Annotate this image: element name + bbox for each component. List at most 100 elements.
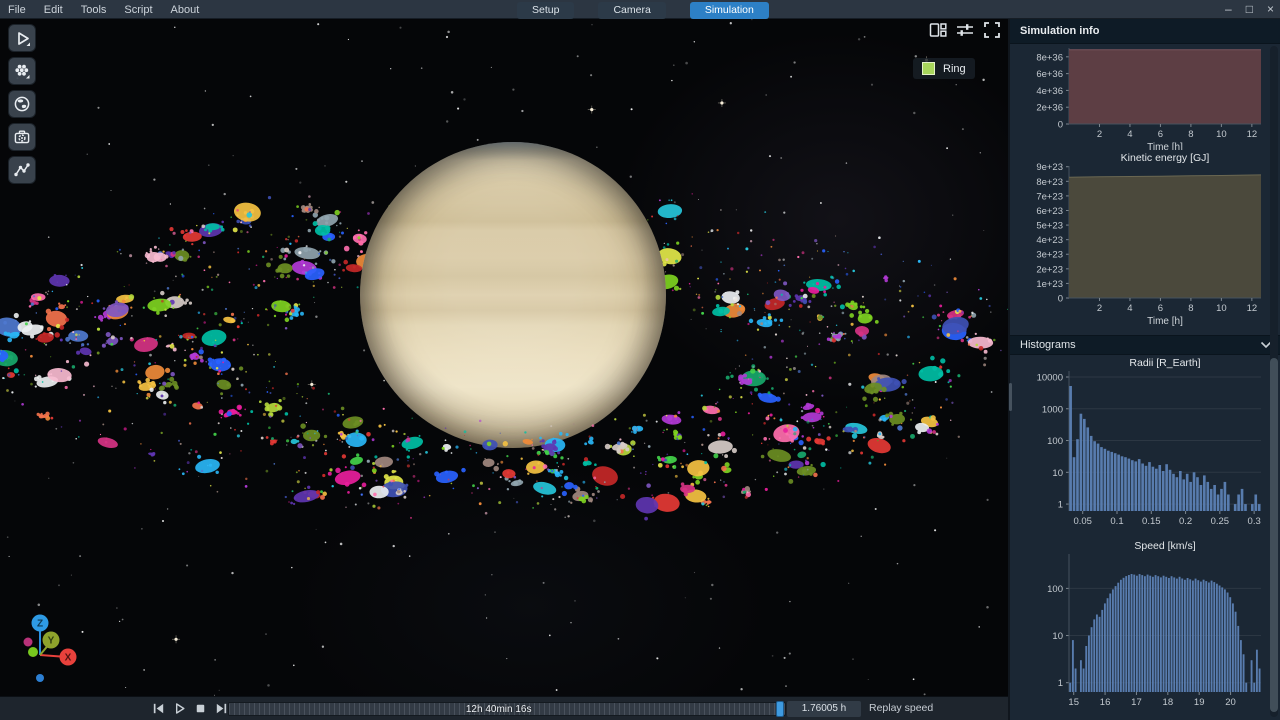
svg-text:Y: Y bbox=[48, 636, 55, 647]
menu-file[interactable]: File bbox=[8, 4, 26, 16]
replay-speed-label: Replay speed bbox=[869, 702, 933, 714]
panel-layout-button[interactable] bbox=[928, 21, 948, 39]
svg-text:Radii [R_Earth]: Radii [R_Earth] bbox=[1129, 357, 1200, 369]
svg-text:18: 18 bbox=[1163, 697, 1174, 708]
svg-text:Z: Z bbox=[37, 619, 43, 630]
plot-tools-button[interactable] bbox=[8, 156, 36, 184]
ring-legend: Ring bbox=[913, 58, 975, 79]
timeline-handle[interactable] bbox=[776, 701, 784, 717]
viewport-3d[interactable]: Ring Z Y X bbox=[0, 19, 1008, 696]
fullscreen-button[interactable] bbox=[982, 21, 1002, 39]
elapsed-time-label: 12h 40min 16s bbox=[466, 704, 532, 715]
world-settings-button[interactable] bbox=[8, 90, 36, 118]
app-window: File Edit Tools Script About Setup Camer… bbox=[0, 0, 1280, 720]
timeline-slider[interactable]: 12h 40min 16s bbox=[228, 702, 786, 716]
tab-simulation[interactable]: Simulation bbox=[690, 2, 769, 19]
svg-text:1000: 1000 bbox=[1042, 404, 1063, 415]
panel-splitter-handle[interactable] bbox=[1009, 383, 1012, 411]
playback-bar: 12h 40min 16s 1.76005 h Replay speed bbox=[0, 696, 1008, 720]
skip-start-icon bbox=[151, 701, 166, 716]
svg-text:8e+23: 8e+23 bbox=[1036, 177, 1063, 188]
panel-scroll-area[interactable]: 02e+364e+366e+368e+3624681012Time [h] Ki… bbox=[1010, 44, 1280, 720]
svg-text:10: 10 bbox=[1216, 303, 1227, 314]
svg-text:16: 16 bbox=[1100, 697, 1111, 708]
globe-icon bbox=[13, 95, 31, 113]
svg-text:4e+36: 4e+36 bbox=[1036, 86, 1063, 97]
svg-text:4: 4 bbox=[1127, 129, 1132, 140]
histograms-section-header[interactable]: Histograms bbox=[1010, 335, 1280, 355]
menu-about[interactable]: About bbox=[171, 4, 200, 16]
svg-text:6: 6 bbox=[1158, 129, 1163, 140]
play-button[interactable] bbox=[171, 700, 188, 717]
svg-text:100: 100 bbox=[1047, 584, 1063, 595]
front-ring-layer bbox=[0, 19, 1008, 696]
svg-text:7e+23: 7e+23 bbox=[1036, 191, 1063, 202]
svg-text:6: 6 bbox=[1158, 303, 1163, 314]
svg-text:2: 2 bbox=[1097, 129, 1102, 140]
svg-text:4e+23: 4e+23 bbox=[1036, 235, 1063, 246]
svg-text:0.15: 0.15 bbox=[1142, 516, 1161, 527]
svg-text:Time [h]: Time [h] bbox=[1147, 142, 1183, 150]
panel-layout-icon bbox=[929, 21, 947, 39]
run-simulation-button[interactable] bbox=[8, 24, 36, 52]
svg-text:10: 10 bbox=[1216, 129, 1227, 140]
particles-setup-button[interactable] bbox=[8, 57, 36, 85]
svg-text:6e+23: 6e+23 bbox=[1036, 206, 1063, 217]
chart-radii-histogram: Radii [R_Earth]1101001000100000.050.10.1… bbox=[1011, 355, 1280, 538]
svg-text:Speed [km/s]: Speed [km/s] bbox=[1134, 540, 1195, 552]
menu-script[interactable]: Script bbox=[124, 4, 152, 16]
ring-color-swatch bbox=[922, 62, 935, 75]
menu-tools[interactable]: Tools bbox=[81, 4, 107, 16]
window-controls: – □ × bbox=[1225, 0, 1274, 19]
svg-text:1: 1 bbox=[1058, 678, 1063, 689]
svg-text:Kinetic energy [GJ]: Kinetic energy [GJ] bbox=[1121, 152, 1210, 164]
svg-text:4: 4 bbox=[1127, 303, 1132, 314]
svg-text:3e+23: 3e+23 bbox=[1036, 250, 1063, 261]
minimize-button[interactable]: – bbox=[1225, 0, 1232, 19]
svg-text:10: 10 bbox=[1052, 468, 1063, 479]
svg-text:2e+36: 2e+36 bbox=[1036, 103, 1063, 114]
svg-text:0.2: 0.2 bbox=[1179, 516, 1192, 527]
menu-bar: File Edit Tools Script About Setup Camer… bbox=[0, 0, 1280, 19]
skip-to-start-button[interactable] bbox=[150, 700, 167, 717]
svg-text:8: 8 bbox=[1188, 129, 1193, 140]
display-settings-button[interactable] bbox=[955, 21, 975, 39]
svg-text:0.05: 0.05 bbox=[1073, 516, 1092, 527]
svg-text:6e+36: 6e+36 bbox=[1036, 69, 1063, 80]
ring-legend-label: Ring bbox=[943, 63, 966, 75]
transport-controls bbox=[150, 700, 230, 717]
svg-text:9e+23: 9e+23 bbox=[1036, 162, 1063, 173]
svg-text:19: 19 bbox=[1194, 697, 1205, 708]
chart-top-clipped: 02e+364e+366e+368e+3624681012Time [h] bbox=[1011, 44, 1280, 150]
panel-scrollbar-thumb[interactable] bbox=[1270, 358, 1278, 712]
svg-text:0: 0 bbox=[1058, 294, 1063, 305]
stop-button[interactable] bbox=[192, 700, 209, 717]
menu-edit[interactable]: Edit bbox=[44, 4, 63, 16]
stop-icon bbox=[193, 701, 208, 716]
viewport-corner-tools bbox=[928, 21, 1002, 39]
svg-text:10000: 10000 bbox=[1037, 373, 1063, 384]
svg-text:15: 15 bbox=[1068, 697, 1079, 708]
maximize-button[interactable]: □ bbox=[1246, 0, 1253, 19]
camera-settings-button[interactable] bbox=[8, 123, 36, 151]
svg-text:17: 17 bbox=[1131, 697, 1142, 708]
tab-camera[interactable]: Camera bbox=[598, 2, 665, 19]
mode-tabs: Setup Camera Simulation bbox=[517, 2, 769, 19]
chart-kinetic-energy: Kinetic energy [GJ]01e+232e+233e+234e+23… bbox=[1011, 150, 1280, 333]
close-button[interactable]: × bbox=[1267, 0, 1274, 19]
node-graph-icon bbox=[13, 161, 31, 179]
svg-text:2e+23: 2e+23 bbox=[1036, 264, 1063, 275]
svg-text:Time [h]: Time [h] bbox=[1147, 316, 1183, 327]
svg-text:5e+23: 5e+23 bbox=[1036, 221, 1063, 232]
panel-title: Simulation info bbox=[1010, 19, 1280, 44]
current-time-input[interactable]: 1.76005 h bbox=[787, 701, 861, 717]
axes-gizmo: Z Y X bbox=[10, 610, 90, 685]
svg-text:100: 100 bbox=[1047, 436, 1063, 447]
sliders-icon bbox=[956, 21, 974, 39]
tab-setup[interactable]: Setup bbox=[517, 2, 574, 19]
fullscreen-icon bbox=[983, 21, 1001, 39]
histograms-label: Histograms bbox=[1020, 336, 1076, 355]
svg-text:10: 10 bbox=[1052, 631, 1063, 642]
svg-text:0: 0 bbox=[1058, 120, 1063, 131]
svg-text:2: 2 bbox=[1097, 303, 1102, 314]
